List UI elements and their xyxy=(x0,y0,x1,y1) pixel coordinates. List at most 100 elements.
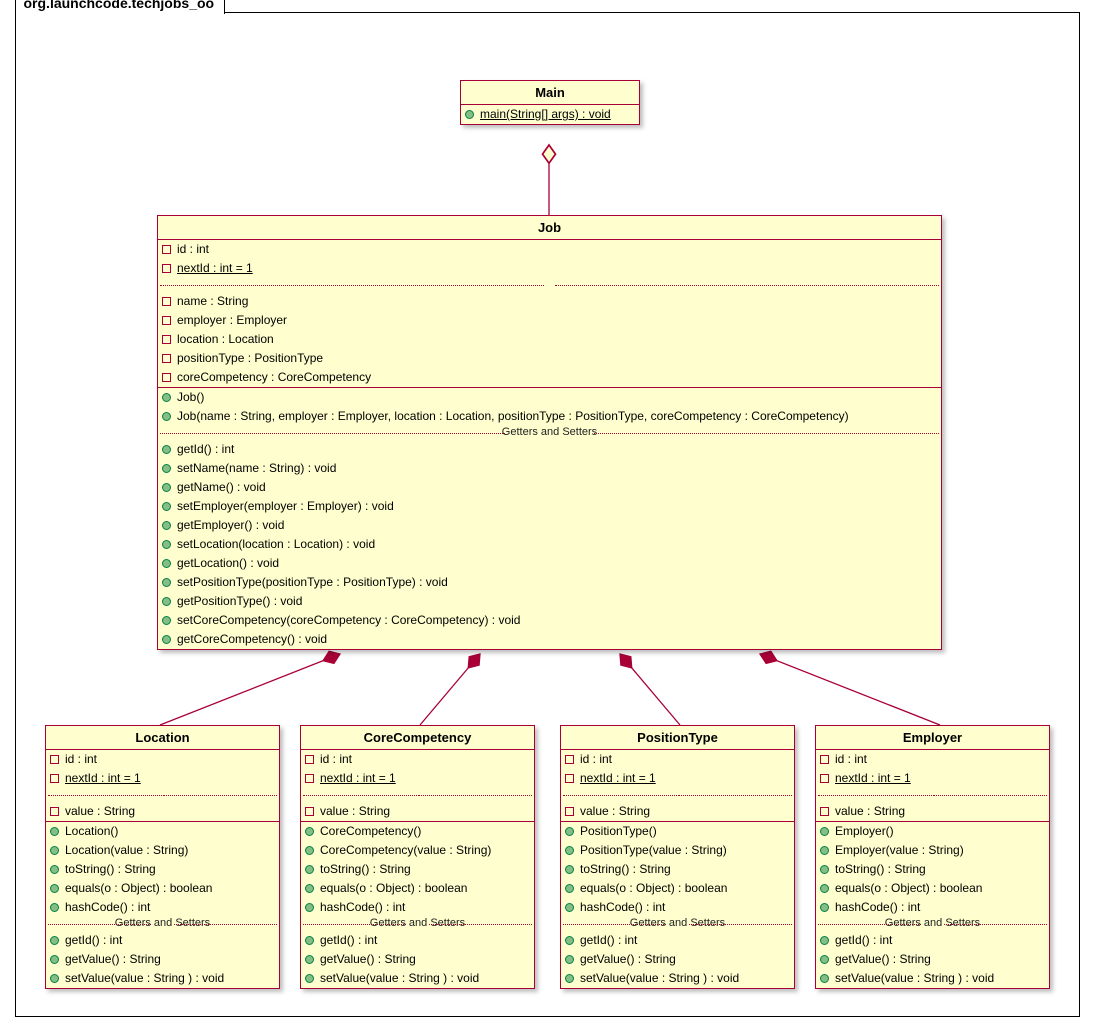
method-text: Job(name : String, employer : Employer, … xyxy=(177,408,849,425)
section-separator xyxy=(46,788,279,802)
method-row: getId() : int xyxy=(158,440,941,459)
method-row: toString() : String xyxy=(46,860,279,879)
field-row: id : int xyxy=(158,240,941,259)
private-field-icon xyxy=(162,373,171,382)
method-text: main(String[] args) : void xyxy=(480,106,611,123)
public-method-icon xyxy=(50,903,59,912)
method-row: CoreCompetency() xyxy=(301,822,534,841)
method-text: setValue(value : String ) : void xyxy=(580,970,739,987)
class-corecompetency: CoreCompetencyid : intnextId : int = 1va… xyxy=(300,725,535,989)
field-row: id : int xyxy=(561,750,794,769)
private-field-icon xyxy=(820,807,829,816)
method-row: setName(name : String) : void xyxy=(158,459,941,478)
method-text: equals(o : Object) : boolean xyxy=(320,880,467,897)
field-text: id : int xyxy=(835,751,867,768)
method-text: Job() xyxy=(177,389,204,406)
method-row: setLocation(location : Location) : void xyxy=(158,535,941,554)
package-name: org.launchcode.techjobs_oo xyxy=(15,0,226,14)
public-method-icon xyxy=(162,521,171,530)
methods-section: Employer()Employer(value : String)toStri… xyxy=(816,822,1049,988)
field-text: id : int xyxy=(65,751,97,768)
public-method-icon xyxy=(162,578,171,587)
section-separator xyxy=(561,788,794,802)
field-text: location : Location xyxy=(177,331,274,348)
method-row: toString() : String xyxy=(561,860,794,879)
field-row: nextId : int = 1 xyxy=(561,769,794,788)
methods-section: PositionType() PositionType(value : Strin… xyxy=(561,822,794,988)
field-row: employer : Employer xyxy=(158,311,941,330)
private-field-icon xyxy=(50,755,59,764)
public-method-icon xyxy=(565,884,574,893)
field-row: positionType : PositionType xyxy=(158,349,941,368)
field-row: id : int xyxy=(301,750,534,769)
method-text: Location() xyxy=(65,823,118,840)
private-field-icon xyxy=(50,807,59,816)
method-row: hashCode() : int xyxy=(816,898,1049,917)
section-separator: Getters and Setters xyxy=(46,917,279,931)
field-row: nextId : int = 1 xyxy=(158,259,941,278)
public-method-icon xyxy=(305,903,314,912)
public-method-icon xyxy=(162,412,171,421)
method-text: equals(o : Object) : boolean xyxy=(580,880,727,897)
public-method-icon xyxy=(565,955,574,964)
method-text: getId() : int xyxy=(580,932,637,949)
method-row: setValue(value : String ) : void xyxy=(561,969,794,988)
fields-section: id : intnextId : int = 1value : String xyxy=(46,750,279,822)
method-text: hashCode() : int xyxy=(835,899,920,916)
public-method-icon xyxy=(305,936,314,945)
methods-section: Location()Location(value : String)toStri… xyxy=(46,822,279,988)
methods-section: Job() Job(name : String, employer : Emplo… xyxy=(158,388,941,649)
public-method-icon xyxy=(162,483,171,492)
method-text: getCoreCompetency() : void xyxy=(177,631,327,648)
method-text: setName(name : String) : void xyxy=(177,460,336,477)
method-text: getValue() : String xyxy=(580,951,676,968)
method-text: CoreCompetency() xyxy=(320,823,421,840)
section-separator xyxy=(301,788,534,802)
field-row: value : String xyxy=(561,802,794,821)
field-text: nextId : int = 1 xyxy=(177,260,253,277)
section-separator: Getters and Setters xyxy=(561,917,794,931)
method-text: getValue() : String xyxy=(65,951,161,968)
method-text: getEmployer() : void xyxy=(177,517,284,534)
method-text: getId() : int xyxy=(65,932,122,949)
public-method-icon xyxy=(305,955,314,964)
field-text: nextId : int = 1 xyxy=(65,770,141,787)
private-field-icon xyxy=(162,335,171,344)
private-field-icon xyxy=(305,807,314,816)
method-row: getPositionType() : void xyxy=(158,592,941,611)
field-text: nextId : int = 1 xyxy=(835,770,911,787)
fields-section: id : intnextId : int = 1name : Stringemp… xyxy=(158,240,941,388)
class-title: Main xyxy=(461,81,639,105)
method-row: setPositionType(positionType : PositionT… xyxy=(158,573,941,592)
uml-diagram: org.launchcode.techjobs_oo Main main(Str… xyxy=(0,0,1095,1031)
public-method-icon xyxy=(162,616,171,625)
method-text: PositionType(value : String) xyxy=(580,842,727,859)
method-text: getValue() : String xyxy=(835,951,931,968)
method-row: main(String[] args) : void xyxy=(461,105,639,124)
method-row: CoreCompetency(value : String) xyxy=(301,841,534,860)
class-title: Location xyxy=(46,726,279,750)
method-row: getId() : int xyxy=(301,931,534,950)
public-method-icon xyxy=(565,903,574,912)
section-separator xyxy=(816,788,1049,802)
section-separator xyxy=(158,278,941,292)
public-method-icon xyxy=(162,445,171,454)
method-row: hashCode() : int xyxy=(301,898,534,917)
field-text: id : int xyxy=(580,751,612,768)
private-field-icon xyxy=(162,245,171,254)
public-method-icon xyxy=(465,110,474,119)
method-text: PositionType() xyxy=(580,823,657,840)
public-method-icon xyxy=(50,936,59,945)
method-row: getLocation() : void xyxy=(158,554,941,573)
method-row: getValue() : String xyxy=(46,950,279,969)
separator-label: Getters and Setters xyxy=(626,917,729,929)
field-text: value : String xyxy=(580,803,650,820)
method-row: getValue() : String xyxy=(301,950,534,969)
private-field-icon xyxy=(820,774,829,783)
public-method-icon xyxy=(565,974,574,983)
method-row: getCoreCompetency() : void xyxy=(158,630,941,649)
public-method-icon xyxy=(820,865,829,874)
method-row: getId() : int xyxy=(46,931,279,950)
public-method-icon xyxy=(565,936,574,945)
private-field-icon xyxy=(162,264,171,273)
